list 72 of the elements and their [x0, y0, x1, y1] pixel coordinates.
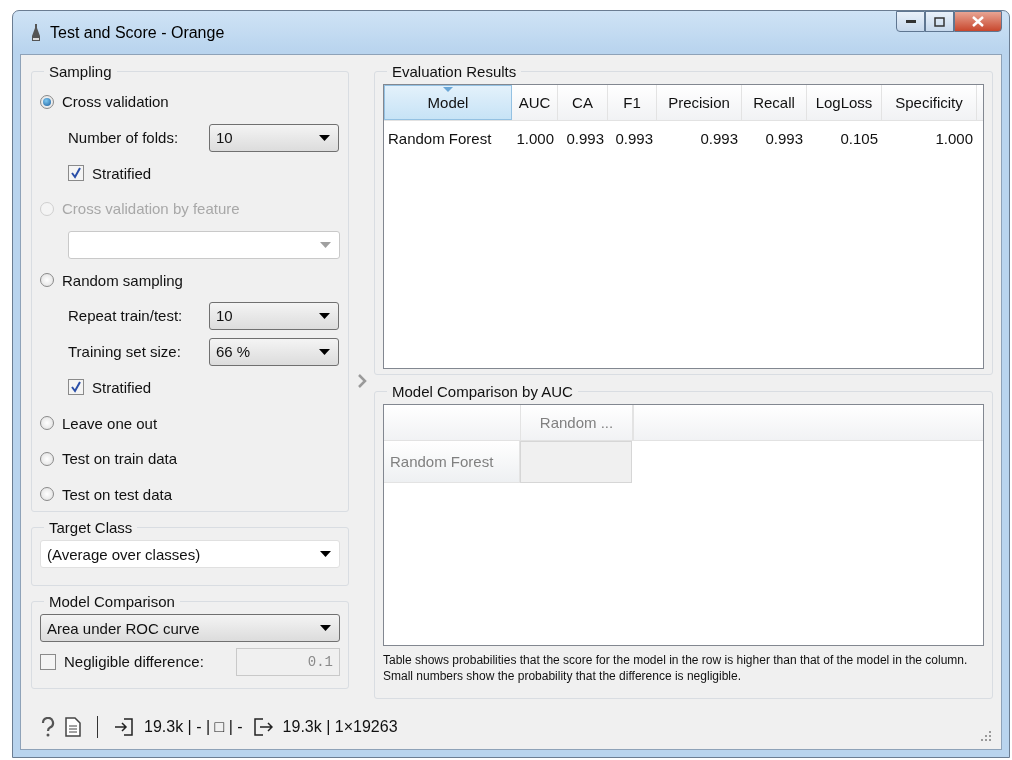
field-label: Training set size:	[68, 343, 182, 361]
table-cell-text: 0.993	[764, 129, 804, 147]
radio-button[interactable]	[40, 487, 54, 502]
close-button[interactable]	[954, 11, 1002, 32]
table-cell-text: 1.000	[515, 129, 555, 147]
minimize-icon	[905, 20, 916, 23]
table-cell-text: Random Forest	[387, 129, 493, 147]
dropdown-arrow-icon	[319, 134, 330, 141]
radio-label: Random sampling	[62, 271, 183, 289]
checkbox-label: Stratified	[92, 164, 152, 182]
chevron-icon[interactable]	[356, 373, 367, 389]
group-title: Evaluation Results	[391, 63, 518, 80]
help-icon[interactable]	[41, 717, 55, 737]
minimize-button[interactable]	[896, 11, 925, 32]
column-header[interactable]: Random ...	[521, 405, 633, 440]
output-summary: 19.3k | 1×19263	[282, 718, 398, 736]
close-icon	[972, 16, 984, 27]
checkbox-label: Stratified	[92, 378, 152, 396]
column-header[interactable]: Specificity	[882, 85, 977, 120]
table-cell-text: 0.993	[614, 129, 654, 147]
dropdown[interactable]: 66 %	[209, 337, 339, 366]
checkbox[interactable]	[68, 165, 84, 182]
field-label: Number of folds:	[68, 129, 180, 147]
radio-label: Cross validation	[62, 93, 169, 111]
group-title: Target Class	[48, 519, 134, 536]
table-note: Table shows probabilities that the score for the model in the row is higher than that of the model in the column. Small numbers show the probability that the difference is negligible.	[383, 652, 969, 684]
input-summary: 19.3k | - | □ | -	[144, 718, 243, 736]
table-cell-text: 0.993	[565, 129, 605, 147]
app-icon	[30, 23, 42, 42]
column-header[interactable]: AUC	[512, 85, 558, 120]
radio-label: Cross validation by feature	[62, 200, 240, 218]
column-header[interactable]: Recall	[742, 85, 807, 120]
column-header[interactable]: Model	[384, 85, 512, 120]
dropdown[interactable]: 10	[209, 301, 339, 330]
column-header[interactable]: LogLoss	[807, 85, 882, 120]
radio-label: Leave one out	[62, 414, 158, 432]
column-header[interactable]: Precision	[657, 85, 742, 120]
dropdown-arrow-icon	[320, 241, 331, 248]
dropdown-arrow-icon	[319, 312, 330, 319]
table-cell-text: 1.000	[934, 129, 974, 147]
table-cell-text: 0.993	[699, 129, 739, 147]
field-label: Repeat train/test:	[68, 307, 184, 325]
dropdown-arrow-icon	[319, 348, 330, 355]
dropdown[interactable]: Area under ROC curve	[40, 614, 340, 642]
checkbox[interactable]	[68, 379, 84, 396]
radio-button[interactable]	[40, 451, 54, 466]
radio-label: Test on train data	[62, 450, 178, 468]
group-title: Model Comparison by AUC	[391, 383, 574, 400]
sort-indicator-icon	[443, 87, 453, 92]
column-header[interactable]: F1	[608, 85, 657, 120]
column-header[interactable]: CA	[558, 85, 608, 120]
maximize-button[interactable]	[925, 11, 954, 32]
radio-button[interactable]	[40, 94, 54, 109]
checkbox[interactable]	[40, 653, 56, 670]
dropdown[interactable]: (Average over classes)	[40, 540, 340, 568]
output-icon	[252, 717, 273, 737]
dropdown[interactable]: 10	[209, 123, 339, 152]
window-title: Test and Score - Orange	[50, 23, 226, 42]
table-cell-text: 0.105	[839, 129, 879, 147]
maximize-icon	[934, 16, 945, 27]
row-header[interactable]: Random Forest	[384, 441, 520, 483]
group-title: Model Comparison	[48, 593, 176, 610]
radio-button[interactable]	[40, 273, 54, 288]
input-icon	[114, 717, 134, 737]
dropdown-arrow-icon	[320, 625, 331, 631]
dropdown-arrow-icon	[320, 551, 331, 557]
resize-grip-icon[interactable]	[981, 731, 991, 741]
document-icon[interactable]	[65, 717, 81, 737]
group-title: Sampling	[48, 63, 113, 80]
radio-label: Test on test data	[62, 485, 173, 503]
radio-button[interactable]	[40, 416, 54, 431]
checkbox-label: Negligible difference:	[64, 653, 204, 671]
